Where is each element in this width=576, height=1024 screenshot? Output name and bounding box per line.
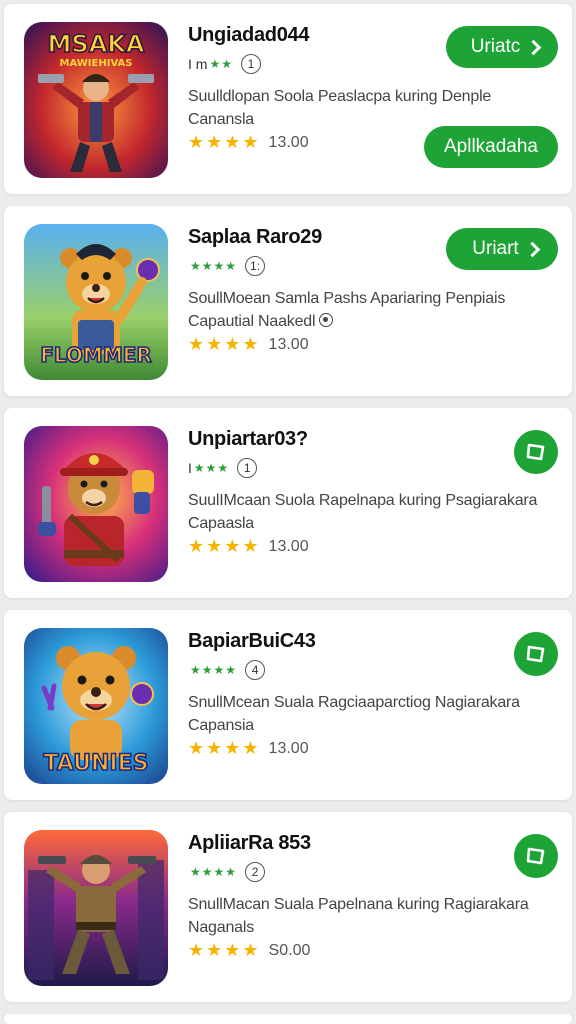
update-button-label: Uriatc <box>470 36 521 57</box>
app-action-icon <box>526 443 545 461</box>
app-thumbnail[interactable]: TAUNIES <box>24 628 168 784</box>
description-line: Capaasla <box>188 515 255 532</box>
bear-flommer-art: FLOMMER <box>24 224 168 380</box>
app-description: SnullMcean Suala Ragciaaparctiog Nagiara… <box>188 691 564 737</box>
app-rating: ★★★★ 13.00 <box>188 334 309 355</box>
app-rating: ★★★★ 13.00 <box>188 738 309 759</box>
rating-value: 13.00 <box>268 537 309 555</box>
app-meta: I m ★★ 1 <box>188 54 261 74</box>
mini-star-icon: ★★★ <box>193 461 230 475</box>
app-description: SnullMacan Suala Papelnana kuring Ragiar… <box>188 893 564 939</box>
update-button-label: Uriart <box>472 238 519 259</box>
mini-star-icon: ★★★★ <box>190 865 238 879</box>
description-line: Suulldlopan Soola Peaslacpa kuring Denpl… <box>188 88 492 105</box>
chevron-right-icon <box>526 39 542 55</box>
app-thumbnail[interactable] <box>24 830 168 986</box>
description-text: Capautial Naakedl <box>188 313 316 330</box>
age-rating-icon: 1 <box>240 54 261 74</box>
app-meta: ★★★★ 2 <box>188 862 266 882</box>
rating-value: 13.00 <box>268 133 309 151</box>
bear-taunies-art: TAUNIES <box>24 628 168 784</box>
description-line: SnullMcean Suala Ragciaaparctiog Nagiara… <box>188 694 520 711</box>
description-line: Capansia <box>188 717 255 734</box>
app-rating: ★★★★ S0.00 <box>188 940 310 961</box>
soldier-art <box>24 830 168 986</box>
app-title[interactable]: Saplaa Raro29 <box>188 226 322 249</box>
app-card[interactable]: MSAKA MAWIEHIVAS Ungiadad044 I m ★★ 1 Su… <box>4 4 572 194</box>
mini-star-icon: ★★ <box>209 57 233 71</box>
mini-star-icon: ★★★★ <box>190 259 238 273</box>
update-button[interactable]: Uriart <box>446 228 558 270</box>
svg-text:MAWIEHIVAS: MAWIEHIVAS <box>60 58 133 69</box>
app-card[interactable]: ApliiarRa 853 ★★★★ 2 SnullMacan Suala Pa… <box>4 812 572 1002</box>
svg-text:MSAKA: MSAKA <box>48 30 145 58</box>
app-description: Suulldlopan Soola Peaslacpa kuring Denpl… <box>188 85 564 131</box>
app-rating: ★★★★ 13.00 <box>188 536 309 557</box>
svg-text:FLOMMER: FLOMMER <box>40 343 152 367</box>
star-rating-icon: ★★★★ <box>188 132 261 152</box>
app-thumbnail[interactable] <box>24 426 168 582</box>
app-card-partial[interactable] <box>4 1014 572 1024</box>
star-rating-icon: ★★★★ <box>188 738 261 758</box>
app-rating: ★★★★ 13.00 <box>188 132 309 153</box>
hero-gunslinger-art: MSAKA MAWIEHIVAS <box>24 22 168 178</box>
age-rating-icon: 2 <box>245 862 266 882</box>
app-title[interactable]: Ungiadad044 <box>188 24 309 47</box>
meta-prefix: I <box>188 460 192 476</box>
app-description: SoullMoean Samla Pashs Apariaring Penpia… <box>188 287 564 333</box>
app-meta: ★★★★ 4 <box>188 660 266 680</box>
chevron-right-icon <box>524 241 540 257</box>
description-line: SnullMacan Suala Papelnana kuring Ragiar… <box>188 896 529 913</box>
app-title[interactable]: Unpiartar03? <box>188 428 308 451</box>
bear-gunner-art <box>24 426 168 582</box>
apply-button[interactable]: Apllkadaha <box>424 126 558 168</box>
description-line: Naganals <box>188 919 255 936</box>
info-icon <box>319 313 334 327</box>
app-action-icon <box>526 645 545 663</box>
description-line: Capautial Naakedl <box>188 310 564 333</box>
mini-star-icon: ★★★★ <box>190 663 238 677</box>
rating-value: 13.00 <box>268 335 309 353</box>
age-rating-icon: 4 <box>245 660 266 680</box>
svg-text:TAUNIES: TAUNIES <box>44 751 149 776</box>
age-rating-icon: 1 <box>237 458 258 478</box>
app-action-button[interactable] <box>514 632 558 676</box>
update-button[interactable]: Uriatc <box>446 26 558 68</box>
star-rating-icon: ★★★★ <box>188 334 261 354</box>
rating-value: 13.00 <box>268 739 309 757</box>
description-line: SoullMoean Samla Pashs Apariaring Penpia… <box>188 290 506 307</box>
app-title[interactable]: BapiarBuiC43 <box>188 630 316 653</box>
app-list: MSAKA MAWIEHIVAS Ungiadad044 I m ★★ 1 Su… <box>0 0 576 1024</box>
app-card[interactable]: Unpiartar03? I ★★★ 1 SuulIMcaan Suola Ra… <box>4 408 572 598</box>
app-action-button[interactable] <box>514 834 558 878</box>
app-meta: I ★★★ 1 <box>188 458 258 478</box>
meta-prefix: I m <box>188 56 208 72</box>
star-rating-icon: ★★★★ <box>188 940 261 960</box>
app-thumbnail[interactable]: MSAKA MAWIEHIVAS <box>24 22 168 178</box>
description-line: SuulIMcaan Suola Rapelnapa kuring Psagia… <box>188 492 538 509</box>
age-rating-icon: 1: <box>245 256 266 276</box>
app-meta: ★★★★ 1: <box>188 256 266 276</box>
star-rating-icon: ★★★★ <box>188 536 261 556</box>
rating-value: S0.00 <box>268 941 311 959</box>
app-action-button[interactable] <box>514 430 558 474</box>
apply-button-label: Apllkadaha <box>443 136 539 157</box>
app-description: SuulIMcaan Suola Rapelnapa kuring Psagia… <box>188 489 564 535</box>
app-card[interactable]: FLOMMER Saplaa Raro29 ★★★★ 1: SoullMoean… <box>4 206 572 396</box>
app-card[interactable]: TAUNIES BapiarBuiC43 ★★★★ 4 SnullMcean S… <box>4 610 572 800</box>
app-action-icon <box>526 847 545 865</box>
app-title[interactable]: ApliiarRa 853 <box>188 832 311 855</box>
app-thumbnail[interactable]: FLOMMER <box>24 224 168 380</box>
